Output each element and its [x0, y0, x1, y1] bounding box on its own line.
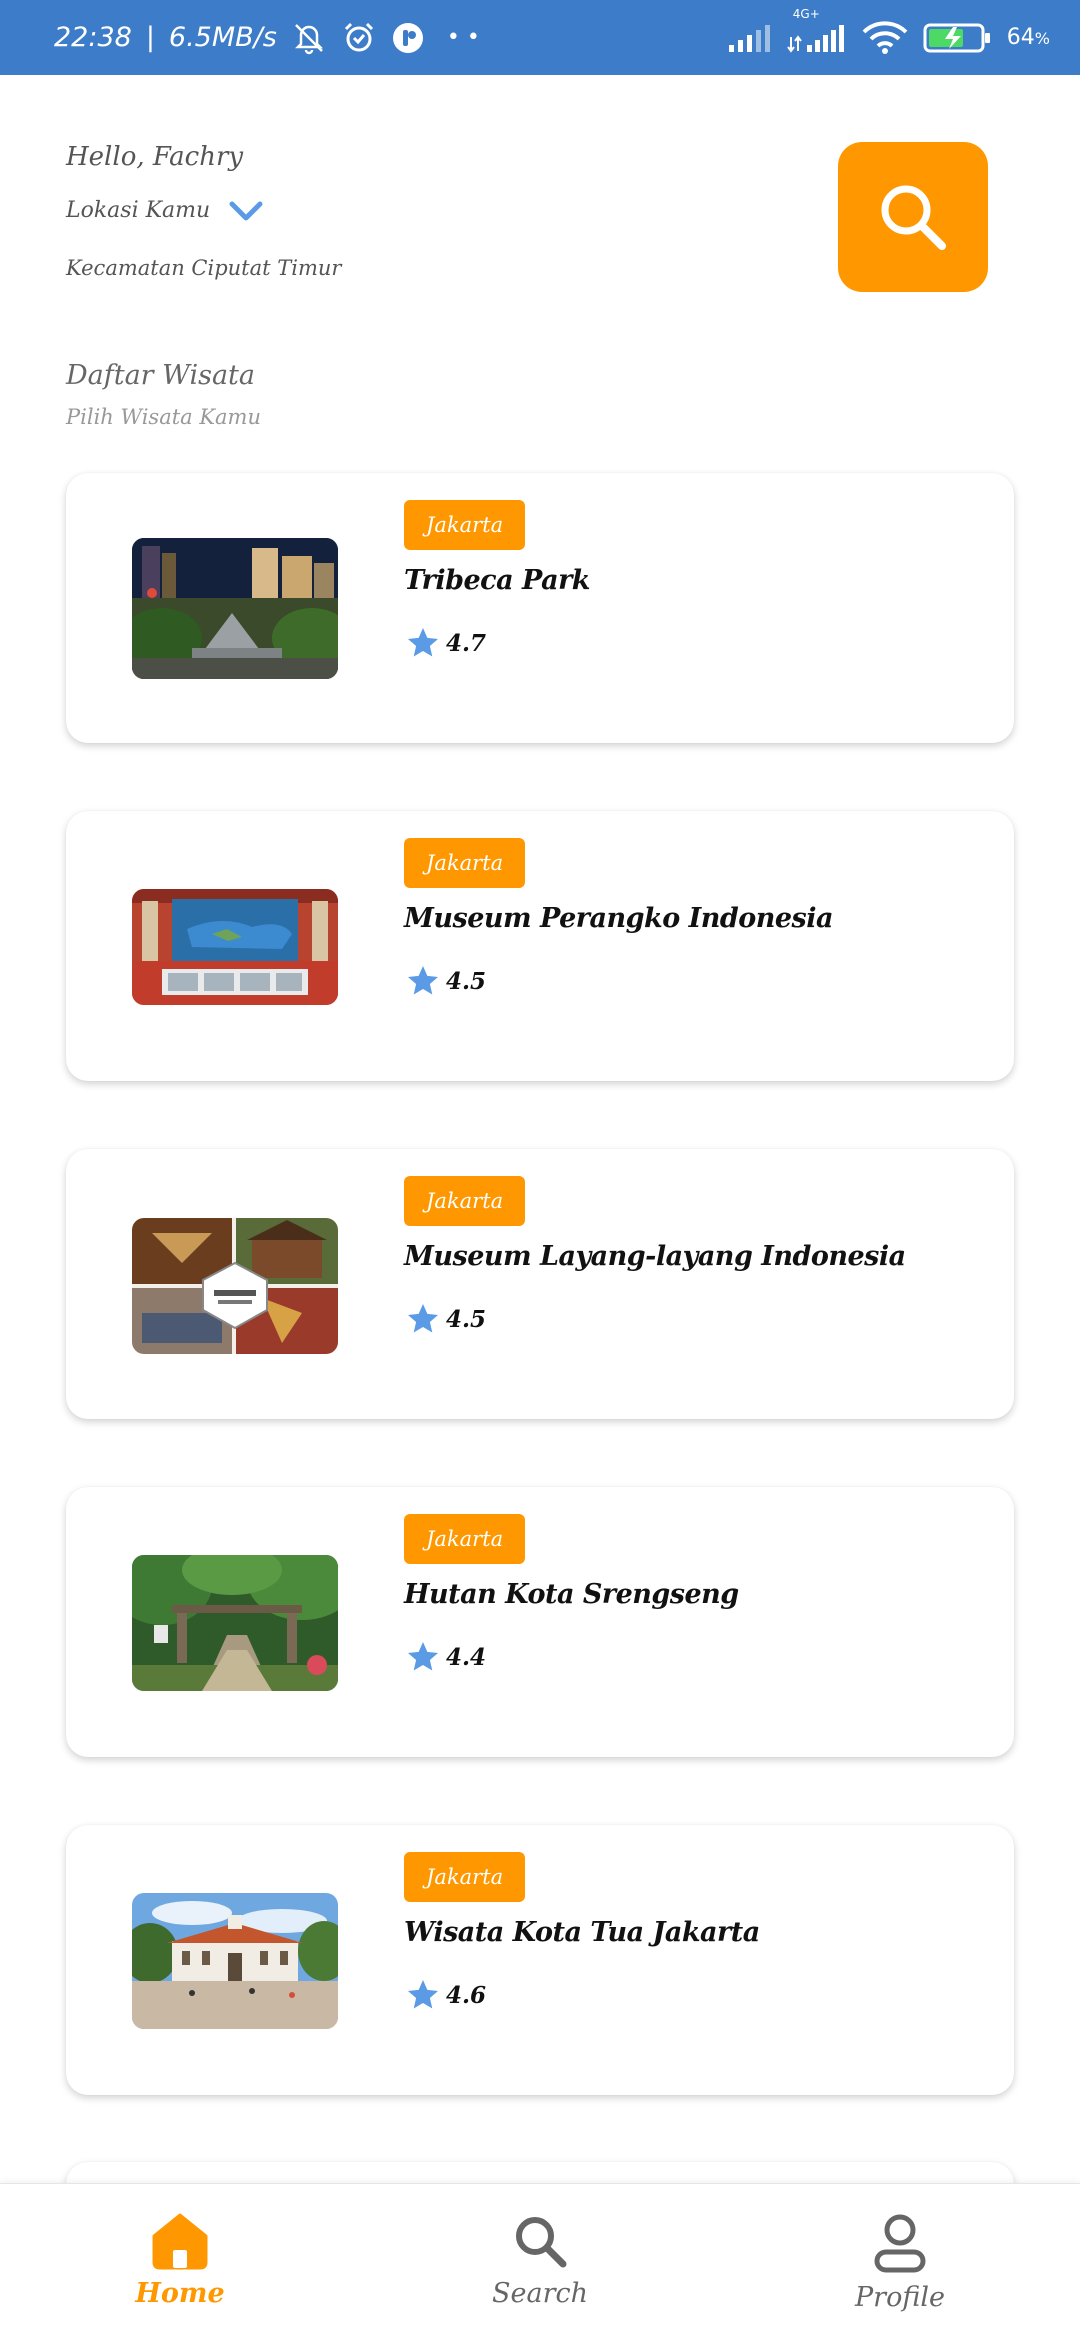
city-badge: Jakarta	[404, 1514, 526, 1564]
search-icon	[881, 185, 946, 250]
rating: 4.6	[404, 1977, 486, 2013]
star-icon	[408, 966, 438, 995]
signal-icon	[727, 23, 773, 53]
place-card[interactable]: Jakarta Tribeca Park 4.7	[66, 473, 1014, 743]
greeting-text: Hello, Fachry	[66, 142, 244, 172]
rating-value: 4.5	[446, 1305, 487, 1333]
place-name: Museum Perangko Indonesia	[404, 903, 834, 934]
battery-value: 64	[1006, 25, 1035, 50]
status-dots: • •	[446, 25, 480, 50]
place-card[interactable]: Jakarta Wisata Kota Tua Jakarta 4.6	[66, 1825, 1014, 2095]
rating: 4.4	[404, 1639, 486, 1675]
status-bar: 22:38 | 6.5MB/s • • 4G+ 64%	[0, 0, 1080, 75]
section-subtitle: Pilih Wisata Kamu	[66, 405, 261, 429]
place-thumbnail	[132, 1893, 338, 2029]
star-icon	[408, 1304, 438, 1333]
place-card[interactable]: Jakarta Museum Perangko Indonesia 4.5	[66, 811, 1014, 1081]
nav-home[interactable]: Home	[100, 2212, 260, 2309]
mute-icon	[291, 20, 327, 56]
home-icon	[152, 2213, 208, 2270]
star-icon	[408, 1642, 438, 1671]
place-name: Museum Layang-layang Indonesia	[404, 1241, 906, 1272]
nav-profile[interactable]: Profile	[820, 2212, 980, 2313]
place-card[interactable]: Jakarta Hutan Kota Srengseng 4.4	[66, 1487, 1014, 1757]
place-card[interactable]: Jakarta Museum Layang-layang Indonesia 4…	[66, 1149, 1014, 1419]
rating: 4.5	[404, 1301, 486, 1337]
city-badge: Jakarta	[404, 1176, 526, 1226]
city-badge: Jakarta	[404, 500, 526, 550]
rating-value: 4.5	[446, 967, 487, 995]
rating: 4.7	[404, 625, 486, 661]
rating-value: 4.4	[446, 1643, 487, 1671]
rating-value: 4.7	[446, 629, 487, 657]
search-button[interactable]	[838, 142, 988, 292]
rating: 4.5	[404, 963, 486, 999]
nav-search[interactable]: Search	[460, 2212, 620, 2309]
place-thumbnail	[132, 1218, 338, 1354]
district-text: Kecamatan Ciputat Timur	[66, 256, 342, 280]
rating-value: 4.6	[446, 1981, 487, 2009]
signal-4g-icon: 4G+	[786, 7, 847, 53]
city-badge: Jakarta	[404, 838, 526, 888]
network-type: 4G+	[792, 6, 820, 21]
alarm-icon	[341, 20, 377, 56]
place-thumbnail	[132, 538, 338, 679]
profile-icon	[874, 2214, 926, 2273]
wifi-icon	[861, 20, 909, 55]
nav-profile-label: Profile	[855, 2282, 945, 2313]
battery-charging-icon	[923, 21, 993, 55]
status-time: 22:38	[54, 22, 132, 53]
place-thumbnail	[132, 889, 338, 1005]
star-icon	[408, 1980, 438, 2009]
search-icon	[516, 2217, 567, 2268]
nav-search-label: Search	[492, 2278, 588, 2309]
network-speed: 6.5MB/s	[168, 22, 277, 53]
location-selector[interactable]: Lokasi Kamu	[66, 198, 264, 223]
status-separator: |	[145, 22, 155, 53]
chevron-down-icon[interactable]	[228, 199, 264, 223]
bottom-navigation: Home Search Profile	[0, 2183, 1080, 2340]
city-badge: Jakarta	[404, 1852, 526, 1902]
place-thumbnail	[132, 1555, 338, 1691]
nav-home-label: Home	[135, 2278, 225, 2309]
place-name: Hutan Kota Srengseng	[404, 1579, 739, 1610]
battery-percent: 64%	[1006, 25, 1050, 50]
place-name: Tribeca Park	[404, 565, 591, 596]
app-icon	[391, 21, 425, 55]
section-title: Daftar Wisata	[66, 360, 255, 391]
location-label: Lokasi Kamu	[66, 198, 211, 223]
star-icon	[408, 628, 438, 657]
place-name: Wisata Kota Tua Jakarta	[404, 1917, 760, 1948]
